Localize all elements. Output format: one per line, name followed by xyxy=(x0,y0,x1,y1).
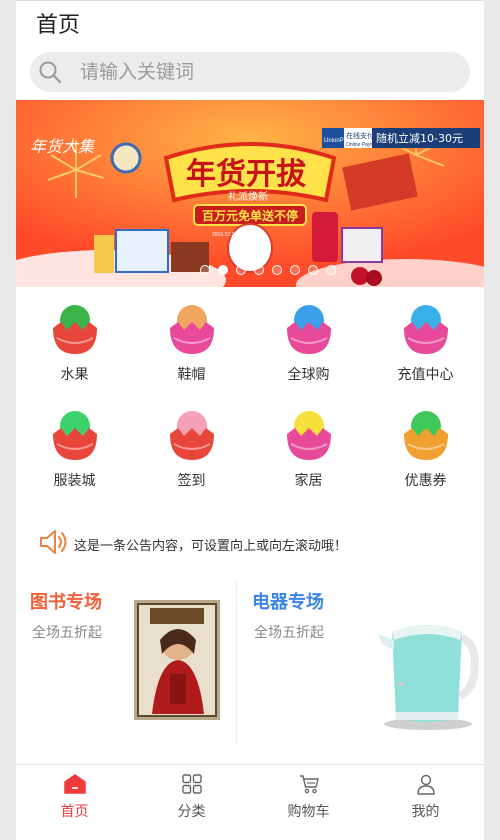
promo-divider xyxy=(236,580,237,744)
banner-corner-text: 年货大集 xyxy=(30,137,96,156)
page-title: 首页 xyxy=(36,13,81,38)
banner-pay-en: Online Payment xyxy=(346,142,382,148)
banner-pay-offer: 随机立减10-30元 xyxy=(376,131,463,145)
category-item[interactable]: 鞋帽 xyxy=(133,298,250,398)
banner-date: 2016.12.26-2017.1.2 xyxy=(212,232,258,238)
category-item[interactable]: 优惠券 xyxy=(367,404,484,504)
promo-banner[interactable]: 随机立减10-30元 在线支付 Online Payment UnionPay … xyxy=(16,100,484,287)
category-item[interactable]: 充值中心 xyxy=(367,298,484,398)
kettle-image xyxy=(378,625,479,730)
piggy-bank-icon xyxy=(170,411,214,460)
tab-profile[interactable]: 我的 xyxy=(367,765,484,825)
banner-artwork: 随机立减10-30元 在线支付 Online Payment UnionPay … xyxy=(16,100,484,287)
category-item[interactable]: 水果 xyxy=(16,298,133,398)
book-image xyxy=(134,600,220,720)
banner-subhead: 礼派焕新 xyxy=(228,190,268,203)
cart-icon xyxy=(300,775,319,794)
banner-pager-dot[interactable] xyxy=(236,265,246,275)
clothes-box-icon xyxy=(53,411,97,460)
promo-appliances-subtitle: 全场五折起 xyxy=(254,625,324,641)
banner-pager-dot[interactable] xyxy=(272,265,282,275)
category-label: 充值中心 xyxy=(397,367,454,383)
category-item[interactable]: 服装城 xyxy=(16,404,133,504)
category-label: 服装城 xyxy=(53,473,96,489)
category-item[interactable]: 签到 xyxy=(133,404,250,504)
category-label: 优惠券 xyxy=(404,473,447,489)
tab-cart-label: 购物车 xyxy=(287,804,330,820)
chicken-icon xyxy=(170,305,214,354)
category-grid-icon xyxy=(182,774,202,794)
category-label: 全球购 xyxy=(287,367,330,383)
banner-pager xyxy=(200,265,336,277)
promo-books-subtitle: 全场五折起 xyxy=(32,625,102,641)
top-bar: 首页 xyxy=(16,0,484,43)
category-label: 签到 xyxy=(177,473,206,489)
category-label: 水果 xyxy=(60,367,89,383)
promo-books-title: 图书专场 xyxy=(30,592,102,613)
home-goods-icon xyxy=(287,411,331,460)
speaker-icon xyxy=(40,530,67,554)
watermelon-icon xyxy=(53,305,97,354)
banner-pager-dot[interactable] xyxy=(200,265,210,275)
promo-books[interactable]: 图书专场 全场五折起 xyxy=(16,578,236,746)
announcement-text: 这是一条公告内容，可设置向上或向左滚动哦！ xyxy=(74,539,348,554)
tab-home-label: 首页 xyxy=(60,804,89,820)
banner-pager-dot[interactable] xyxy=(308,265,318,275)
category-item[interactable]: 全球购 xyxy=(250,298,367,398)
banner-pager-dot[interactable] xyxy=(254,265,264,275)
user-icon xyxy=(417,774,435,795)
category-label: 鞋帽 xyxy=(177,367,206,383)
search-icon xyxy=(39,61,62,84)
search-input[interactable] xyxy=(66,52,475,92)
tab-cart[interactable]: 购物车 xyxy=(250,765,367,825)
bottom-tab-bar: 首页 分类 购物车 我的 xyxy=(16,764,484,825)
app-screen: 首页 请输入关键词 随机立减10-30元 在线支付 Online Payment… xyxy=(16,0,484,840)
globe-icon xyxy=(287,305,331,354)
tab-profile-label: 我的 xyxy=(411,804,440,820)
announcement-bar[interactable]: 这是一条公告内容，可设置向上或向左滚动哦！ xyxy=(38,528,478,558)
robot-icon xyxy=(404,305,448,354)
banner-pager-dot[interactable] xyxy=(290,265,300,275)
promo-appliances-title: 电器专场 xyxy=(252,592,324,613)
banner-pay-cn: 在线支付 xyxy=(346,131,374,140)
home-icon xyxy=(64,774,86,794)
tab-category-label: 分类 xyxy=(177,804,206,820)
category-item[interactable]: 家居 xyxy=(250,404,367,504)
tab-category[interactable]: 分类 xyxy=(133,765,250,825)
banner-pager-dot[interactable] xyxy=(326,265,336,275)
banner-pager-dot[interactable] xyxy=(218,265,228,275)
banner-pay-brand: UnionPay xyxy=(324,138,350,144)
tab-home[interactable]: 首页 xyxy=(16,765,133,825)
promo-appliances[interactable]: 电器专场 全场五折起 xyxy=(238,578,484,746)
category-label: 家居 xyxy=(294,473,323,489)
coupon-icon xyxy=(404,411,448,460)
banner-headline: 年货开拔 xyxy=(186,157,307,192)
banner-offer: 百万元免单送不停 xyxy=(202,208,298,223)
search-bar[interactable] xyxy=(30,52,475,92)
